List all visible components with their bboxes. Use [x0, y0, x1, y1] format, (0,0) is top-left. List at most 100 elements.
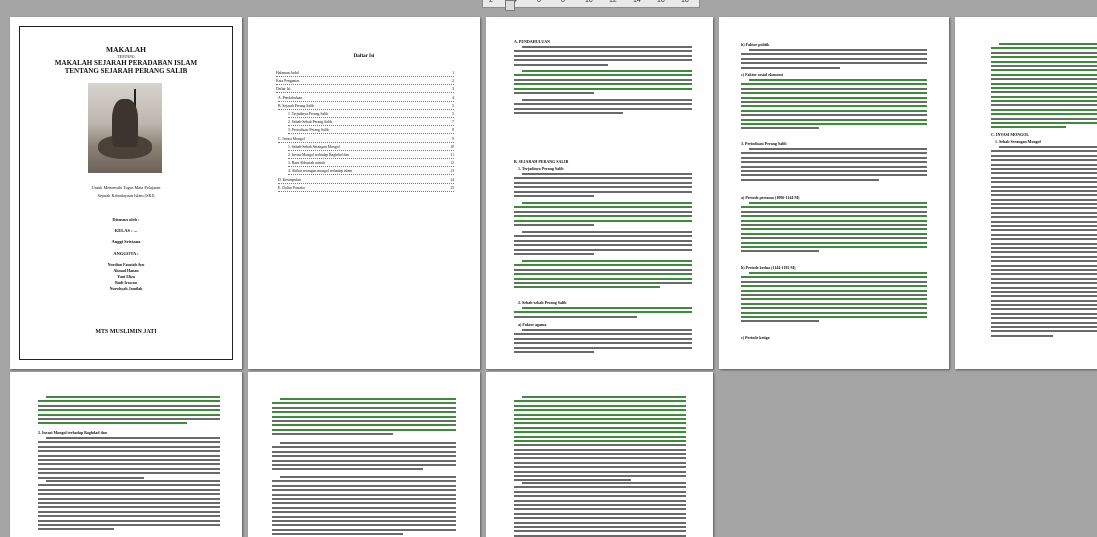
toc-row-label: E. Daftar Pustaka [278, 185, 305, 190]
text-line [522, 482, 686, 484]
text-line [741, 250, 820, 253]
text-line [514, 342, 692, 345]
document-page-toc[interactable]: Daftar Isi Halaman Judul 1 Kata Pengantar 2… [248, 17, 480, 369]
text-line [514, 239, 692, 242]
text-line [522, 307, 692, 309]
toc-row[interactable]: A. Pendahuluan 4 [278, 95, 454, 102]
text-line [272, 415, 456, 418]
subsection-heading: 1. Sebab Serangan Mongol [995, 139, 1041, 144]
toc-row[interactable]: 4. Akibat serangan mongol terhadap islam… [288, 169, 454, 176]
cover-purpose-line-1: Untuk Memenuhi Tugas Mata Pelajaran [91, 185, 161, 190]
text-line [38, 519, 220, 522]
text-line [514, 413, 686, 416]
subsection-heading: a) Faktor agama [518, 322, 547, 327]
toc-row-label: 2. Sebab-Sebab Perang Salib [288, 120, 332, 125]
toc-row-label: 2. Invasi Mongol terhadap Baghdad dan [288, 153, 349, 157]
text-line [514, 431, 686, 434]
document-page-5[interactable]: C. INVASI MONGOL 1. Sebab Serangan Mongo… [955, 17, 1097, 369]
toc-row[interactable]: 2. Sebab-Sebab Perang Salib 7 [288, 120, 454, 127]
text-line [514, 107, 692, 110]
text-line [741, 83, 927, 86]
subsection-heading: 1. Terjadinya Perang Salib [518, 166, 564, 171]
document-page-8[interactable] [486, 372, 713, 537]
cover-title-line-2: TENTANG SEJARAH PERANG SALIB [64, 67, 188, 75]
document-page-6[interactable]: 2. Invasi Mongol terhadap Baghdad dan [10, 372, 242, 537]
paragraph-block [741, 202, 927, 255]
toc-row-label: Halaman Judul [276, 71, 299, 75]
text-line [741, 285, 927, 288]
text-line [272, 489, 456, 492]
ruler-tick-label: 8 [561, 0, 565, 4]
paragraph-block [514, 99, 692, 117]
text-line [514, 252, 595, 255]
toc-row[interactable]: D. Kesimpulan 14 [278, 177, 454, 184]
toc-row-label: C. Invasi Mongol [278, 136, 305, 141]
document-page-4[interactable]: b) Faktor politik c) Faktor sosial ekono… [719, 17, 949, 369]
toc-row[interactable]: C. Invasi Mongol 9 [278, 136, 454, 143]
toc-row-label: Daftar Isi [276, 87, 291, 92]
text-line [514, 286, 660, 289]
text-line [741, 293, 927, 296]
text-line [991, 194, 1097, 197]
text-line [514, 448, 686, 451]
cover-member: Budi Irawan [115, 280, 137, 285]
text-line [741, 122, 927, 125]
text-line [272, 515, 456, 518]
toc-row[interactable]: Kata Pengantar 2 [276, 79, 454, 86]
text-line [522, 396, 686, 398]
text-line [38, 467, 220, 470]
toc-row[interactable]: Daftar Isi 3 [276, 87, 454, 94]
cover-member: Yuni Eliza [117, 274, 135, 279]
text-line [514, 503, 686, 506]
toc-row[interactable]: 3. Periodisasi Perang Salib 8 [288, 128, 454, 135]
subsection-heading: 2. Invasi Mongol terhadap Baghdad dan [38, 430, 107, 435]
text-line [991, 321, 1097, 324]
text-line [38, 417, 220, 420]
text-line [514, 470, 686, 473]
text-line [514, 215, 692, 218]
text-line [991, 229, 1097, 232]
text-line [38, 441, 220, 444]
text-line [272, 484, 456, 487]
text-line [522, 260, 692, 262]
text-line [272, 428, 456, 431]
text-line [272, 502, 456, 505]
toc-row[interactable]: E. Daftar Pustaka 15 [278, 185, 454, 192]
text-line [741, 114, 927, 117]
text-line [991, 113, 1097, 116]
text-line [991, 176, 1097, 179]
text-line [280, 476, 456, 478]
text-line [38, 476, 144, 479]
text-line [741, 241, 927, 244]
text-line [741, 210, 927, 213]
toc-row[interactable]: 3. Bani Abbasiah runtuh 12 [288, 161, 454, 168]
ruler-slider-thumb[interactable] [505, 0, 515, 11]
text-line [741, 206, 927, 209]
text-line [741, 66, 840, 69]
text-line [991, 251, 1097, 254]
document-page-cover[interactable]: MAKALAH TENTANG MAKALAH SEJARAH PERADABA… [10, 17, 242, 369]
toc-row[interactable]: 1. Sebab-Sebab Serangan Mongol 10 [288, 144, 454, 151]
toc-row[interactable]: 2. Invasi Mongol terhadap Baghdad dan 11 [288, 153, 454, 159]
toc-row[interactable]: B. Sejarah Perang Salib 5 [278, 103, 454, 110]
text-line [991, 122, 1097, 125]
toc-row[interactable]: 1. Terjadinya Perang Salib 5 [288, 112, 454, 118]
text-line [741, 280, 927, 283]
toc-row[interactable]: Halaman Judul 1 [276, 71, 454, 77]
text-line [38, 472, 220, 475]
toc-row-page: 13 [450, 169, 454, 175]
ruler-tick-label: 14 [633, 0, 641, 4]
text-line [749, 49, 927, 51]
text-line [46, 396, 220, 398]
text-line [522, 329, 692, 331]
document-page-3[interactable]: A. PENDAHULUAN B. SEJARAH PERANG SALIB 1… [486, 17, 713, 369]
document-page-7[interactable] [248, 372, 480, 537]
text-line [522, 231, 692, 233]
text-line [272, 406, 456, 409]
text-line [280, 442, 456, 444]
text-line [38, 400, 220, 403]
text-line [991, 290, 1097, 293]
text-line [38, 523, 220, 526]
text-line [749, 148, 927, 150]
paragraph-block [272, 442, 456, 473]
